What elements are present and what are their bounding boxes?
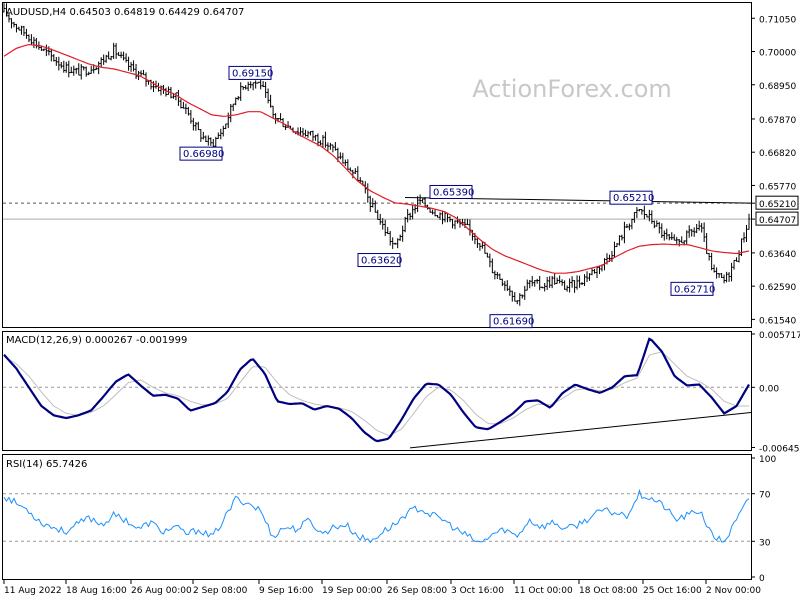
time-tick-label: 26 Aug 00:00: [131, 586, 192, 596]
price-panel-frame: [2, 2, 752, 328]
time-tick-label: 26 Sep 08:00: [387, 586, 447, 596]
price-tick-label: 0.70000: [759, 49, 796, 59]
reference-lines: [3, 202, 751, 220]
macd-line: [3, 337, 750, 443]
chart-svg: ActionForex.com AUDUSD,H4 0.64503 0.6481…: [2, 2, 800, 596]
chart-window: ActionForex.com AUDUSD,H4 0.64503 0.6481…: [0, 0, 800, 600]
price-tick-label: 0.67870: [759, 116, 796, 126]
signal-line: [3, 351, 749, 436]
price-tick-label: 0.62590: [759, 283, 796, 293]
time-x-axis: 11 Aug 2022 18 Aug 16:00 26 Aug 00:00 2 Sep…: [3, 580, 761, 596]
time-tick-label: 18 Aug 16:00: [66, 586, 127, 596]
level-label: 0.62710: [674, 284, 715, 295]
level-label: 0.63620: [361, 256, 402, 267]
macd-header: MACD(12,26,9) 0.000267 -0.001999: [6, 335, 187, 346]
price-tick-label: 0.61540: [759, 316, 796, 326]
price-tick-label: 0.64707: [759, 216, 796, 226]
rsi-series: 100 70 30 0: [3, 455, 776, 584]
rsi-tick-label: 70: [759, 491, 771, 501]
time-tick-label: 2 Nov 00:00: [706, 586, 761, 596]
price-tick-label: 0.63640: [759, 250, 796, 260]
rsi-tick-label: 100: [759, 455, 776, 465]
level-label: 0.66980: [183, 149, 224, 160]
price-tick-label: 0.68950: [759, 82, 796, 92]
level-label: 0.65390: [433, 187, 474, 198]
time-tick-label: 11 Oct 00:00: [514, 586, 573, 596]
time-tick-label: 25 Oct 16:00: [643, 586, 702, 596]
rsi-panel-frame: [2, 454, 752, 580]
macd-tick-label: 0.005717: [759, 331, 800, 341]
price-header: AUDUSD,H4 0.64503 0.64819 0.64429 0.6470…: [6, 7, 244, 18]
macd-series: 0.005717 0.00 -0.006451: [3, 331, 800, 454]
price-y-axis: 0.71050 0.70000 0.68950 0.67870 0.66820 0.657…: [751, 15, 799, 326]
macd-panel-frame: [2, 331, 752, 451]
rsi-header: RSI(14) 65.7426: [6, 459, 87, 470]
time-tick-label: 19 Sep 00:00: [322, 586, 382, 596]
time-tick-label: 3 Oct 16:00: [451, 586, 504, 596]
rsi-line: [3, 488, 750, 544]
time-tick-label: 18 Oct 08:00: [579, 586, 638, 596]
price-tick-label: 0.71050: [759, 15, 796, 25]
rsi-tick-label: 30: [759, 538, 771, 548]
watermark: ActionForex.com: [472, 75, 672, 103]
level-labels: 0.69150 0.66980 0.65390 0.63620 0.61690 0.652…: [179, 65, 715, 329]
level-label: 0.69150: [232, 68, 273, 79]
time-tick-label: 9 Sep 16:00: [259, 586, 314, 596]
rsi-tick-label: 0: [759, 574, 765, 584]
macd-tick-label: 0.00: [759, 384, 779, 394]
price-tick-label: 0.66820: [759, 149, 796, 159]
time-tick-label: 2 Sep 08:00: [193, 586, 248, 596]
level-label: 0.65210: [613, 193, 654, 204]
price-tick-label: 0.65210: [759, 200, 796, 210]
price-tick-label: 0.65770: [759, 182, 796, 192]
macd-tick-label: -0.006451: [759, 444, 800, 454]
level-label: 0.61690: [493, 317, 534, 328]
macd-trendline: [409, 411, 752, 449]
time-tick-label: 11 Aug 2022: [4, 586, 62, 596]
